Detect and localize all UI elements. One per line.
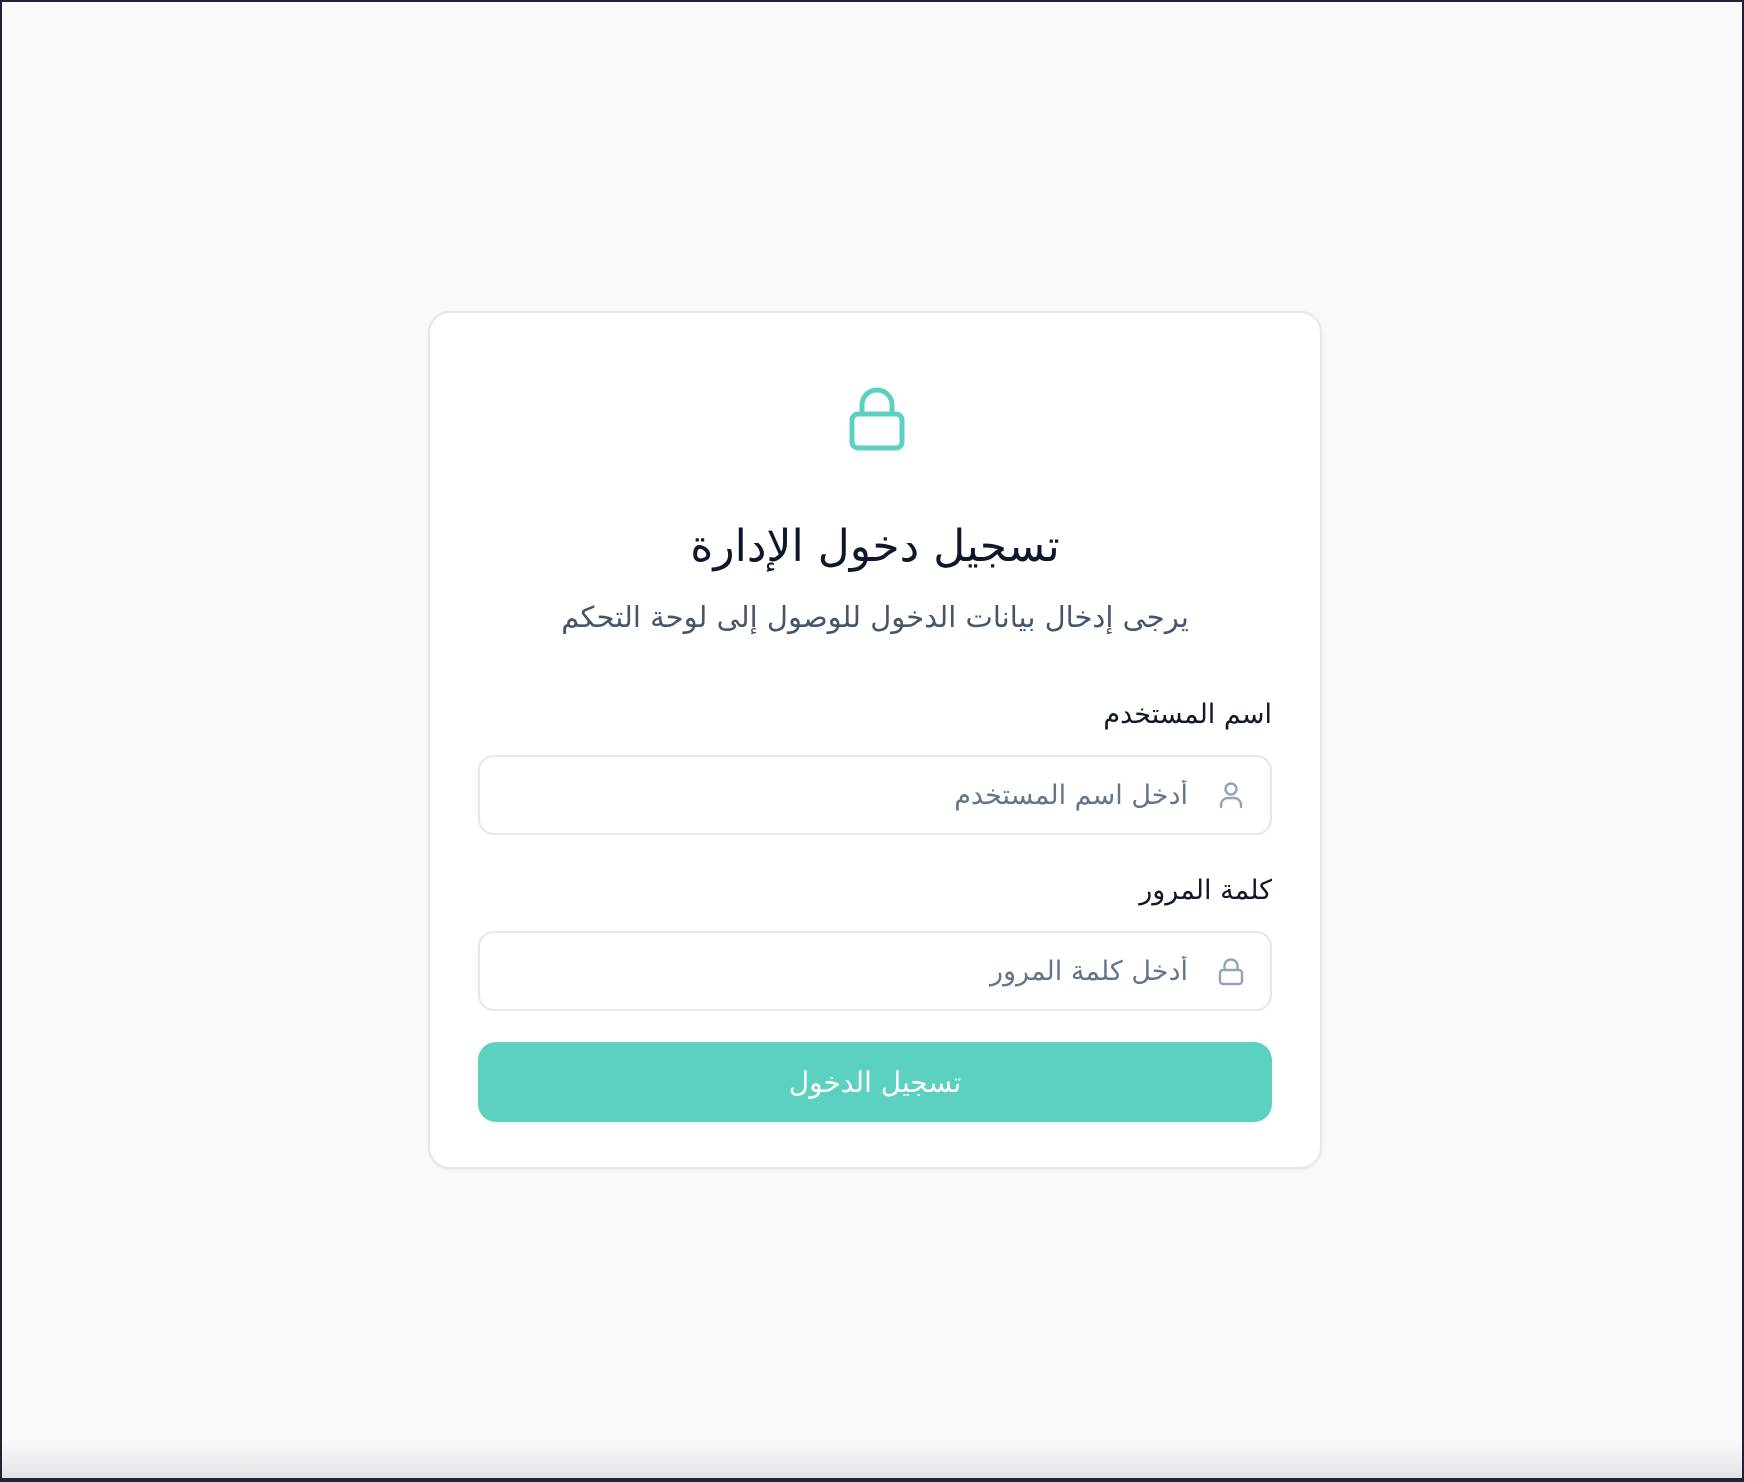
- password-input[interactable]: [500, 933, 1188, 1009]
- login-title: تسجيل دخول الإدارة: [690, 521, 1060, 572]
- username-field[interactable]: [478, 755, 1272, 835]
- username-label: اسم المستخدم: [1103, 699, 1272, 730]
- password-field[interactable]: [478, 931, 1272, 1011]
- user-icon: [1219, 782, 1243, 809]
- password-label: كلمة المرور: [1139, 875, 1272, 906]
- window-bottom-edge: [2, 1444, 1742, 1478]
- login-button[interactable]: تسجيل الدخول: [478, 1042, 1272, 1122]
- login-card: تسجيل دخول الإدارة يرجى إدخال بيانات الد…: [428, 311, 1322, 1169]
- login-subtitle: يرجى إدخال بيانات الدخول للوصول إلى لوحة…: [561, 600, 1189, 634]
- login-page: تسجيل دخول الإدارة يرجى إدخال بيانات الد…: [2, 2, 1742, 1478]
- lock-icon: [1218, 958, 1244, 986]
- lock-icon: [849, 387, 905, 451]
- username-input[interactable]: [500, 757, 1188, 833]
